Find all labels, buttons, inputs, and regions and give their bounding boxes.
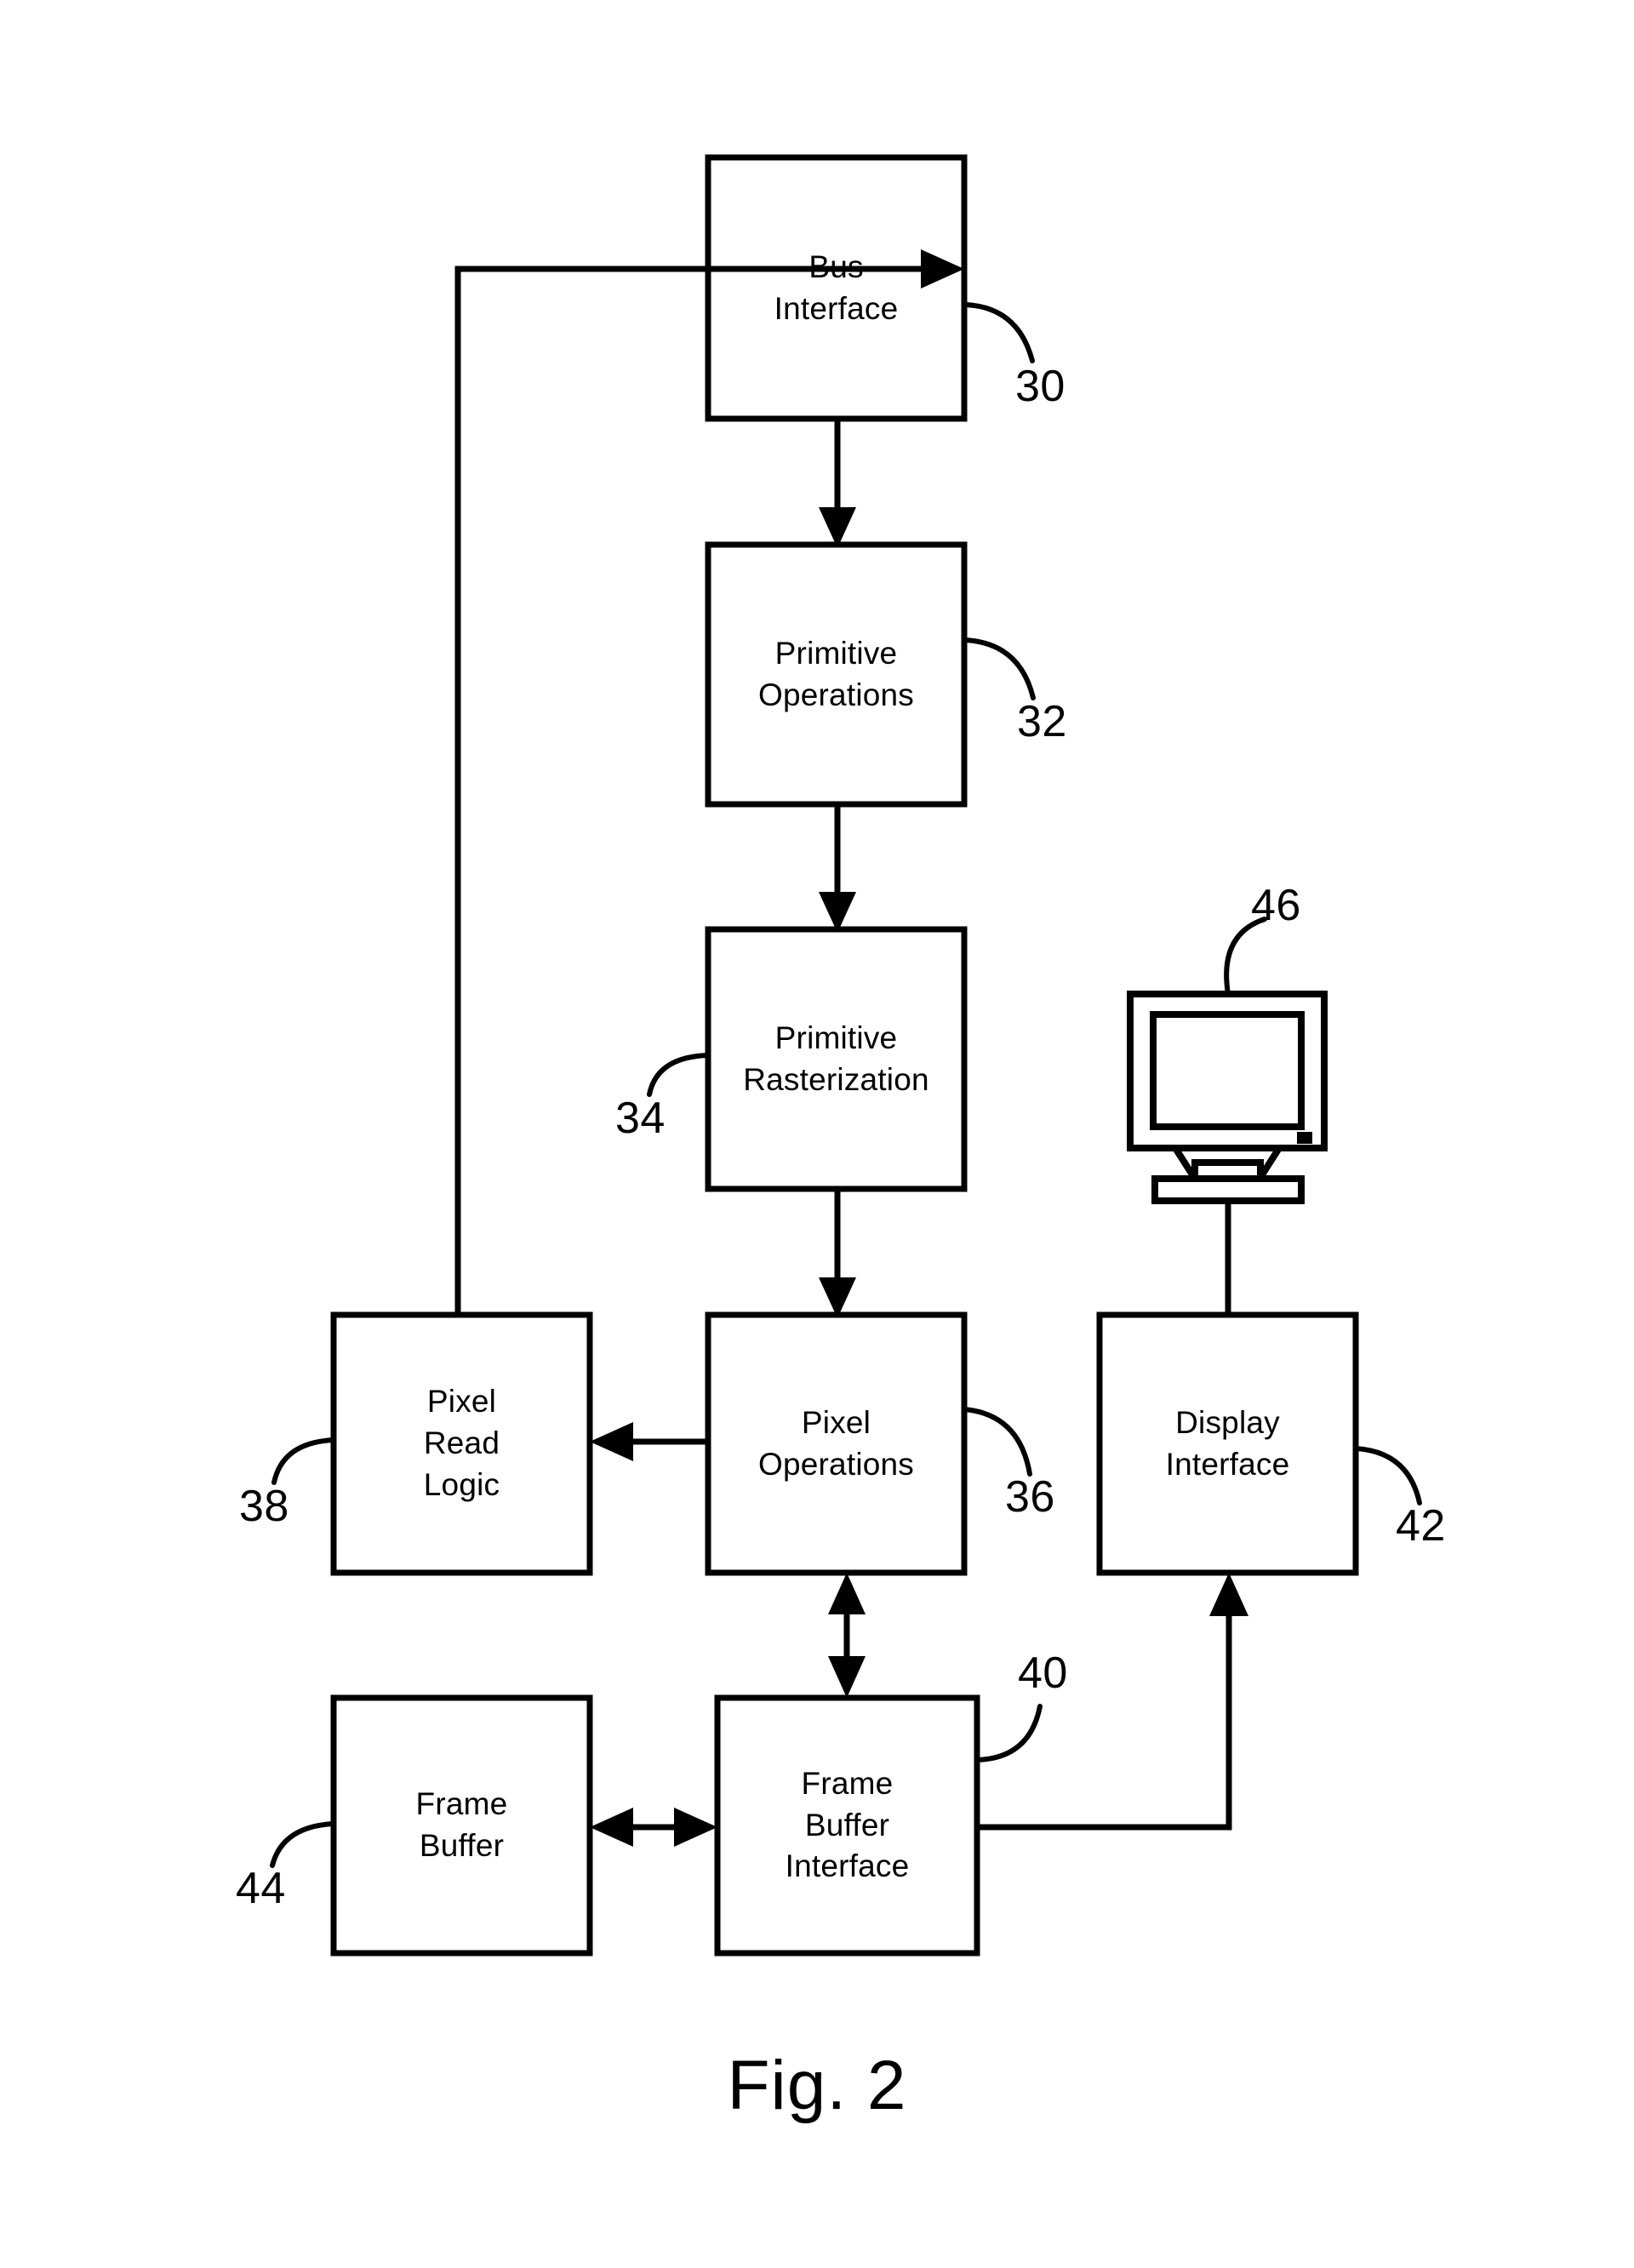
- ref-numeral-32: 32: [1017, 697, 1067, 746]
- leader-line-44: [270, 1821, 336, 1868]
- connector-primitive-operations-to-rasterization: [819, 804, 856, 933]
- box-pixel-operations: [705, 1311, 968, 1576]
- box-primitive-rasterization: [705, 926, 968, 1192]
- leader-line-32: [962, 637, 1036, 700]
- box-pixel-read-logic: [330, 1311, 593, 1576]
- box-frame-buffer: [330, 1694, 593, 1957]
- ref-numeral-38: 38: [239, 1482, 289, 1531]
- ref-numeral-36: 36: [1005, 1472, 1055, 1522]
- leader-line-30: [962, 302, 1035, 363]
- leader-line-40: [974, 1704, 1043, 1762]
- connector-frame-buffer-to-frame-buffer-interface: [590, 1808, 717, 1847]
- connector-rasterization-to-pixel-operations: [819, 1189, 856, 1318]
- box-bus-interface: [705, 154, 968, 422]
- ref-numeral-42: 42: [1396, 1501, 1446, 1551]
- leader-line-36: [962, 1407, 1032, 1477]
- ref-numeral-44: 44: [236, 1864, 286, 1913]
- connector-frame-buffer-interface-to-display-interface: [977, 1573, 1248, 1831]
- ref-numeral-30: 30: [1015, 362, 1066, 411]
- ref-numeral-40: 40: [1018, 1648, 1068, 1698]
- figure-container: Bus Interface Primitive Operations Primi…: [0, 0, 1634, 2268]
- leader-line-42: [1353, 1446, 1422, 1505]
- diagram-canvas: [270, 154, 1422, 1957]
- ref-numeral-34: 34: [615, 1094, 666, 1143]
- connector-bus-to-primitive-operations: [819, 419, 856, 548]
- box-primitive-operations: [705, 541, 968, 808]
- box-frame-buffer-interface: [714, 1694, 980, 1957]
- box-display-interface: [1096, 1311, 1359, 1576]
- leader-line-38: [271, 1437, 336, 1485]
- ref-numeral-46: 46: [1251, 881, 1301, 930]
- connector-pixel-operations-to-frame-buffer-interface: [828, 1573, 866, 1698]
- connector-pixel-operations-to-pixel-read-logic: [590, 1422, 708, 1461]
- figure-caption: Fig. 2: [727, 2047, 907, 2124]
- leader-line-34: [647, 1053, 711, 1097]
- crt-monitor-icon: [1127, 991, 1328, 1204]
- leader-line-46: [1224, 917, 1267, 997]
